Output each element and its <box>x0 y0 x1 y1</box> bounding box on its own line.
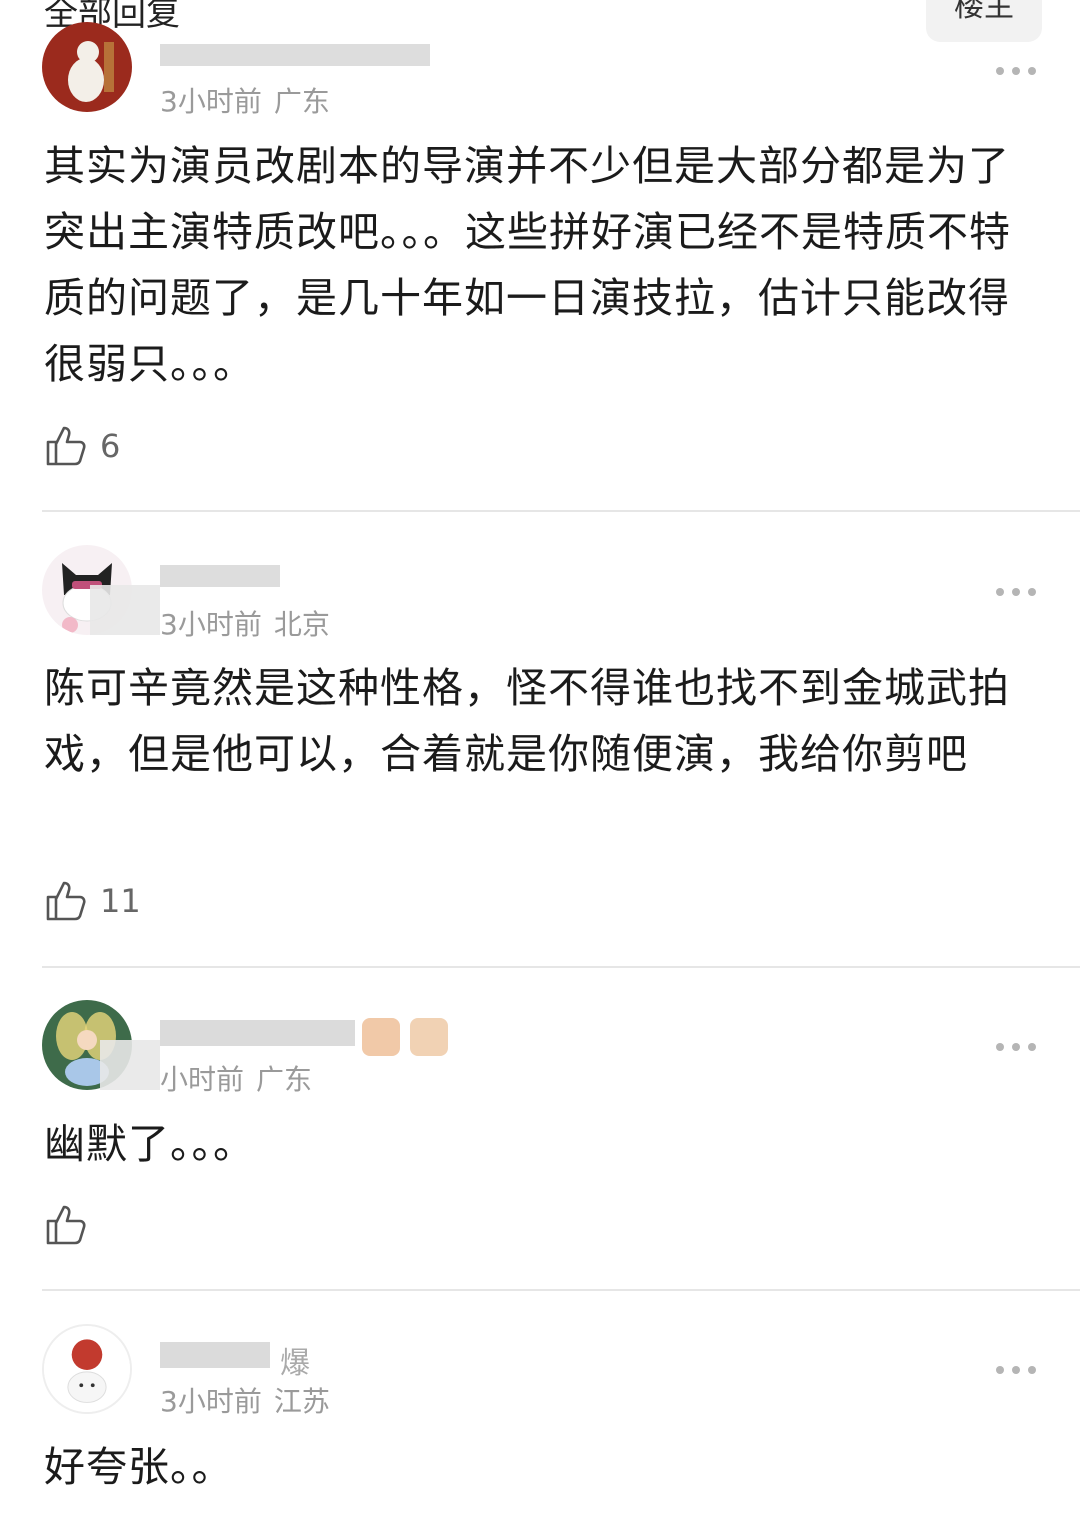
comment-divider <box>42 966 1080 968</box>
comment-location: 江苏 <box>273 1385 330 1418</box>
comment-time: 3小时前 <box>160 85 262 118</box>
redacted-username <box>160 565 280 587</box>
user-avatar[interactable] <box>42 22 132 112</box>
comment-meta: 3小时前 北京 <box>160 603 330 643</box>
more-icon[interactable] <box>996 586 1040 598</box>
comment-meta: 3小时前 广东 <box>160 80 330 120</box>
username[interactable]: 爆 <box>280 1338 310 1382</box>
comment-text: 陈可辛竟然是这种性格，怪不得谁也找不到金城武拍戏，但是他可以，合着就是你随便演，… <box>44 664 1010 778</box>
thumbs-up-icon <box>46 1205 86 1245</box>
avatar-image <box>42 22 132 112</box>
comment-page: 全部回复 楼主 3小时前 广东 其实为演员改剧本的导演并不少但是大部分都是为了突出… <box>0 0 1080 1527</box>
comment-time: 小时前 <box>160 1063 245 1096</box>
avatar-image <box>44 1326 130 1412</box>
comment-meta: 3小时前 江苏 <box>160 1380 330 1420</box>
redacted-overlay <box>100 1040 160 1090</box>
redacted-overlay <box>90 585 160 635</box>
more-icon[interactable] <box>996 65 1040 77</box>
user-avatar[interactable] <box>42 1324 132 1414</box>
redacted-username <box>160 1020 355 1046</box>
more-icon[interactable] <box>996 1041 1040 1053</box>
cake-emoji-icon <box>410 1018 448 1056</box>
comment-location: 广东 <box>273 85 330 118</box>
comment-text: 好夸张。。 <box>44 1443 234 1491</box>
reply-header: 全部回复 楼主 <box>0 0 1080 42</box>
comment-meta: 小时前 广东 <box>160 1058 312 1098</box>
comment-location: 广东 <box>256 1063 313 1096</box>
like-count: 11 <box>100 882 141 920</box>
redacted-username <box>160 1342 270 1368</box>
cake-emoji-icon <box>362 1018 400 1056</box>
comment-time: 3小时前 <box>160 1385 262 1418</box>
redacted-username <box>160 44 430 66</box>
op-only-button[interactable]: 楼主 <box>926 0 1042 42</box>
like-count: 6 <box>100 427 121 465</box>
comment-time: 3小时前 <box>160 608 262 641</box>
comment-text: 其实为演员改剧本的导演并不少但是大部分都是为了突出主演特质改吧。。。这些拼好演已… <box>44 142 1011 388</box>
thumbs-up-icon <box>46 881 86 921</box>
comment-location: 北京 <box>273 608 330 641</box>
thumbs-up-icon <box>46 426 86 466</box>
comment-divider <box>42 510 1080 512</box>
comment-text: 幽默了。。。 <box>44 1120 255 1168</box>
comment-divider <box>42 1289 1080 1291</box>
more-icon[interactable] <box>996 1364 1040 1376</box>
